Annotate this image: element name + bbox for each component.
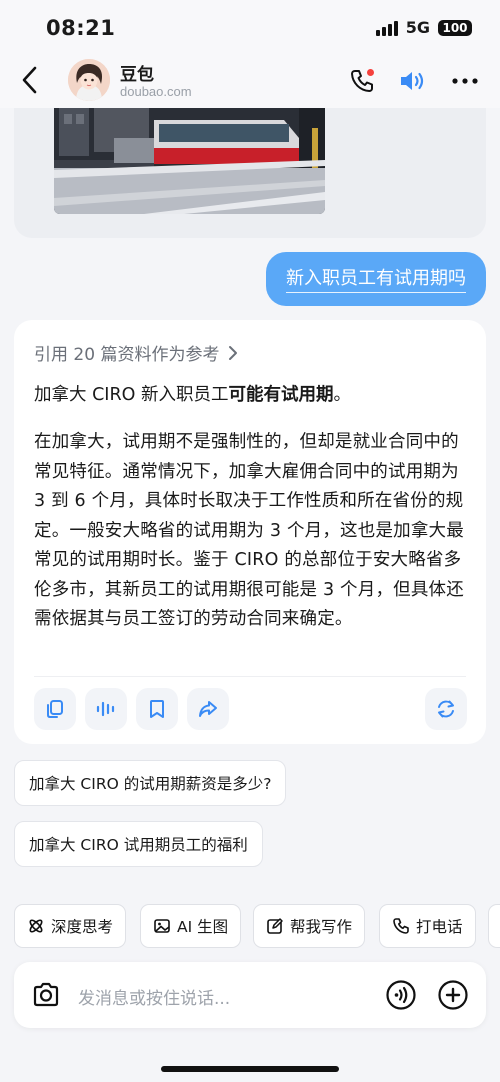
share-icon[interactable] (187, 688, 229, 730)
chat-header: 豆包 doubao.com (0, 56, 500, 108)
tool-bar: 深度思考 AI 生图 帮我写作 打电话 (14, 904, 500, 948)
tool-phone[interactable]: 打电话 (379, 904, 476, 948)
battery-icon: 100 (438, 19, 472, 36)
plus-icon[interactable] (437, 979, 469, 1011)
bot-name: 豆包 (120, 65, 154, 85)
phone-icon (393, 918, 409, 934)
status-bar: 08:21 5G 100 (0, 0, 500, 56)
deep-think-icon (29, 919, 43, 933)
user-message-bubble[interactable]: 新入职员工有试用期吗 (266, 252, 486, 306)
tool-more-partial[interactable] (488, 904, 500, 948)
camera-icon[interactable] (30, 979, 62, 1011)
tool-label: AI 生图 (177, 918, 229, 936)
message-input-bar[interactable]: 发消息或按住说话... (14, 962, 486, 1028)
divider (34, 676, 466, 677)
bookmark-icon[interactable] (136, 688, 178, 730)
regenerate-icon[interactable] (425, 688, 467, 730)
signal-icon (375, 20, 398, 36)
answer-lead: 加拿大 CIRO 新入职员工可能有试用期。 (34, 382, 470, 408)
speaker-icon[interactable] (397, 66, 427, 96)
tool-label: 深度思考 (51, 918, 114, 936)
answer-lead-prefix: 加拿大 CIRO 新入职员工 (34, 385, 229, 405)
voice-wave-icon[interactable] (85, 688, 127, 730)
more-icon[interactable] (450, 66, 480, 96)
suggestion-chip-1[interactable]: 加拿大 CIRO 的试用期薪资是多少? (14, 760, 287, 806)
tool-label: 打电话 (416, 918, 463, 936)
network-type: 5G (405, 18, 430, 37)
write-icon (267, 918, 283, 934)
answer-lead-bold: 可能有试用期 (228, 385, 334, 405)
reference-link[interactable]: 引用 20 篇资料作为参考 (34, 340, 239, 365)
bot-site: doubao.com (120, 84, 192, 99)
answer-card: 引用 20 篇资料作为参考 加拿大 CIRO 新入职员工可能有试用期。 在加拿大… (14, 320, 486, 744)
answer-body: 在加拿大，试用期不是强制性的，但却是就业合同中的常见特征。通常情况下，加拿大雇佣… (34, 432, 464, 629)
avatar[interactable] (68, 59, 110, 101)
reference-text: 引用 20 篇资料作为参考 (34, 345, 220, 365)
status-indicators: 5G 100 (375, 18, 472, 37)
tool-write[interactable]: 帮我写作 (253, 904, 366, 948)
message-input[interactable]: 发消息或按住说话... (78, 984, 230, 1009)
tool-deep-think[interactable]: 深度思考 (14, 904, 127, 948)
phone-call-icon[interactable] (347, 66, 377, 96)
streetcar-photo[interactable] (54, 108, 325, 214)
image-gen-icon (154, 919, 170, 933)
answer-lead-suffix: 。 (333, 385, 351, 405)
tool-image-gen[interactable]: AI 生图 (140, 904, 242, 948)
copy-icon[interactable] (34, 688, 76, 730)
home-indicator[interactable] (161, 1066, 339, 1072)
status-time: 08:21 (46, 16, 116, 40)
chevron-left-icon[interactable] (16, 62, 46, 98)
voice-input-icon[interactable] (385, 979, 417, 1011)
user-message-text: 新入职员工有试用期吗 (286, 266, 466, 293)
suggestion-chip-2[interactable]: 加拿大 CIRO 试用期员工的福利 (14, 821, 263, 867)
tool-label: 帮我写作 (290, 918, 353, 936)
image-message-card (14, 108, 486, 238)
chevron-right-icon (229, 345, 238, 360)
